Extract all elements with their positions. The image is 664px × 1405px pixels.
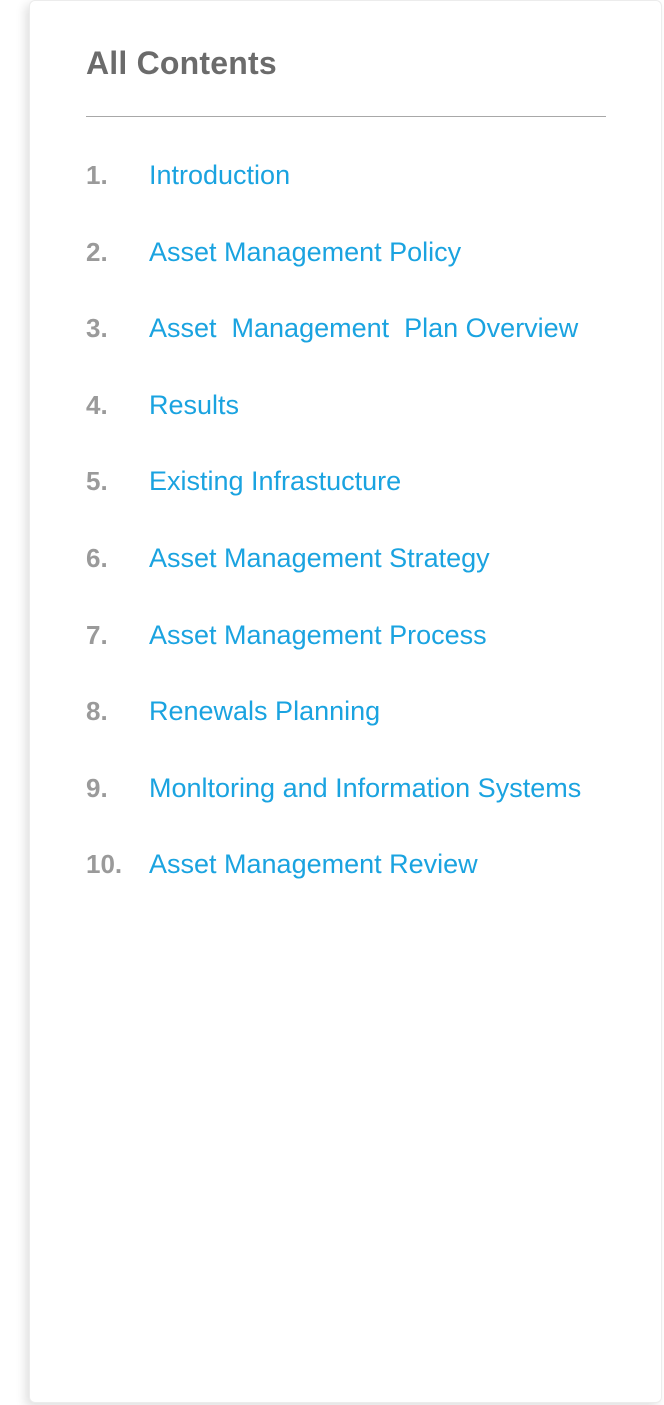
toc-item-introduction: 1. Introduction <box>86 151 626 228</box>
toc-item-monitoring-information-systems: 9. Monltoring and Information Systems <box>86 764 626 841</box>
toc-number: 4. <box>86 389 108 420</box>
toc-link-asset-management-strategy[interactable]: Asset Management Strategy <box>149 540 490 576</box>
table-of-contents: 1. Introduction 2. Asset Management Poli… <box>86 151 626 917</box>
toc-item-plan-overview: 3. Asset Management Plan Overview <box>86 304 626 381</box>
toc-link-plan-overview[interactable]: Asset Management Plan Overview <box>149 310 578 346</box>
toc-item-asset-management-review: 10. Asset Management Review <box>86 840 626 917</box>
panel-title: All Contents <box>86 45 277 81</box>
toc-number: 7. <box>86 619 108 650</box>
title-divider <box>86 116 606 117</box>
toc-item-existing-infrastructure: 5. Existing Infrastucture <box>86 457 626 534</box>
toc-link-introduction[interactable]: Introduction <box>149 157 290 193</box>
toc-link-existing-infrastructure[interactable]: Existing Infrastucture <box>149 463 401 499</box>
toc-link-asset-management-process[interactable]: Asset Management Process <box>149 617 487 653</box>
toc-item-asset-management-process: 7. Asset Management Process <box>86 611 626 688</box>
toc-link-asset-management-policy[interactable]: Asset Management Policy <box>149 234 461 270</box>
toc-number: 1. <box>86 160 108 190</box>
toc-item-asset-management-strategy: 6. Asset Management Strategy <box>86 534 626 611</box>
toc-link-results[interactable]: Results <box>149 387 239 423</box>
toc-item-asset-management-policy: 2. Asset Management Policy <box>86 228 626 305</box>
toc-number: 9. <box>86 772 108 803</box>
toc-item-results: 4. Results <box>86 381 626 458</box>
toc-number: 8. <box>86 696 108 727</box>
toc-item-renewals-planning: 8. Renewals Planning <box>86 687 626 764</box>
toc-number: 3. <box>86 313 108 344</box>
toc-number: 5. <box>86 466 108 497</box>
toc-link-asset-management-review[interactable]: Asset Management Review <box>149 846 478 882</box>
toc-number: 6. <box>86 542 108 573</box>
contents-panel: All Contents 1. Introduction 2. Asset Ma… <box>29 0 662 1403</box>
toc-number: 10. <box>86 849 123 880</box>
toc-link-renewals-planning[interactable]: Renewals Planning <box>149 693 380 729</box>
toc-number: 2. <box>86 236 108 267</box>
toc-link-monitoring-information-systems[interactable]: Monltoring and Information Systems <box>149 770 581 806</box>
